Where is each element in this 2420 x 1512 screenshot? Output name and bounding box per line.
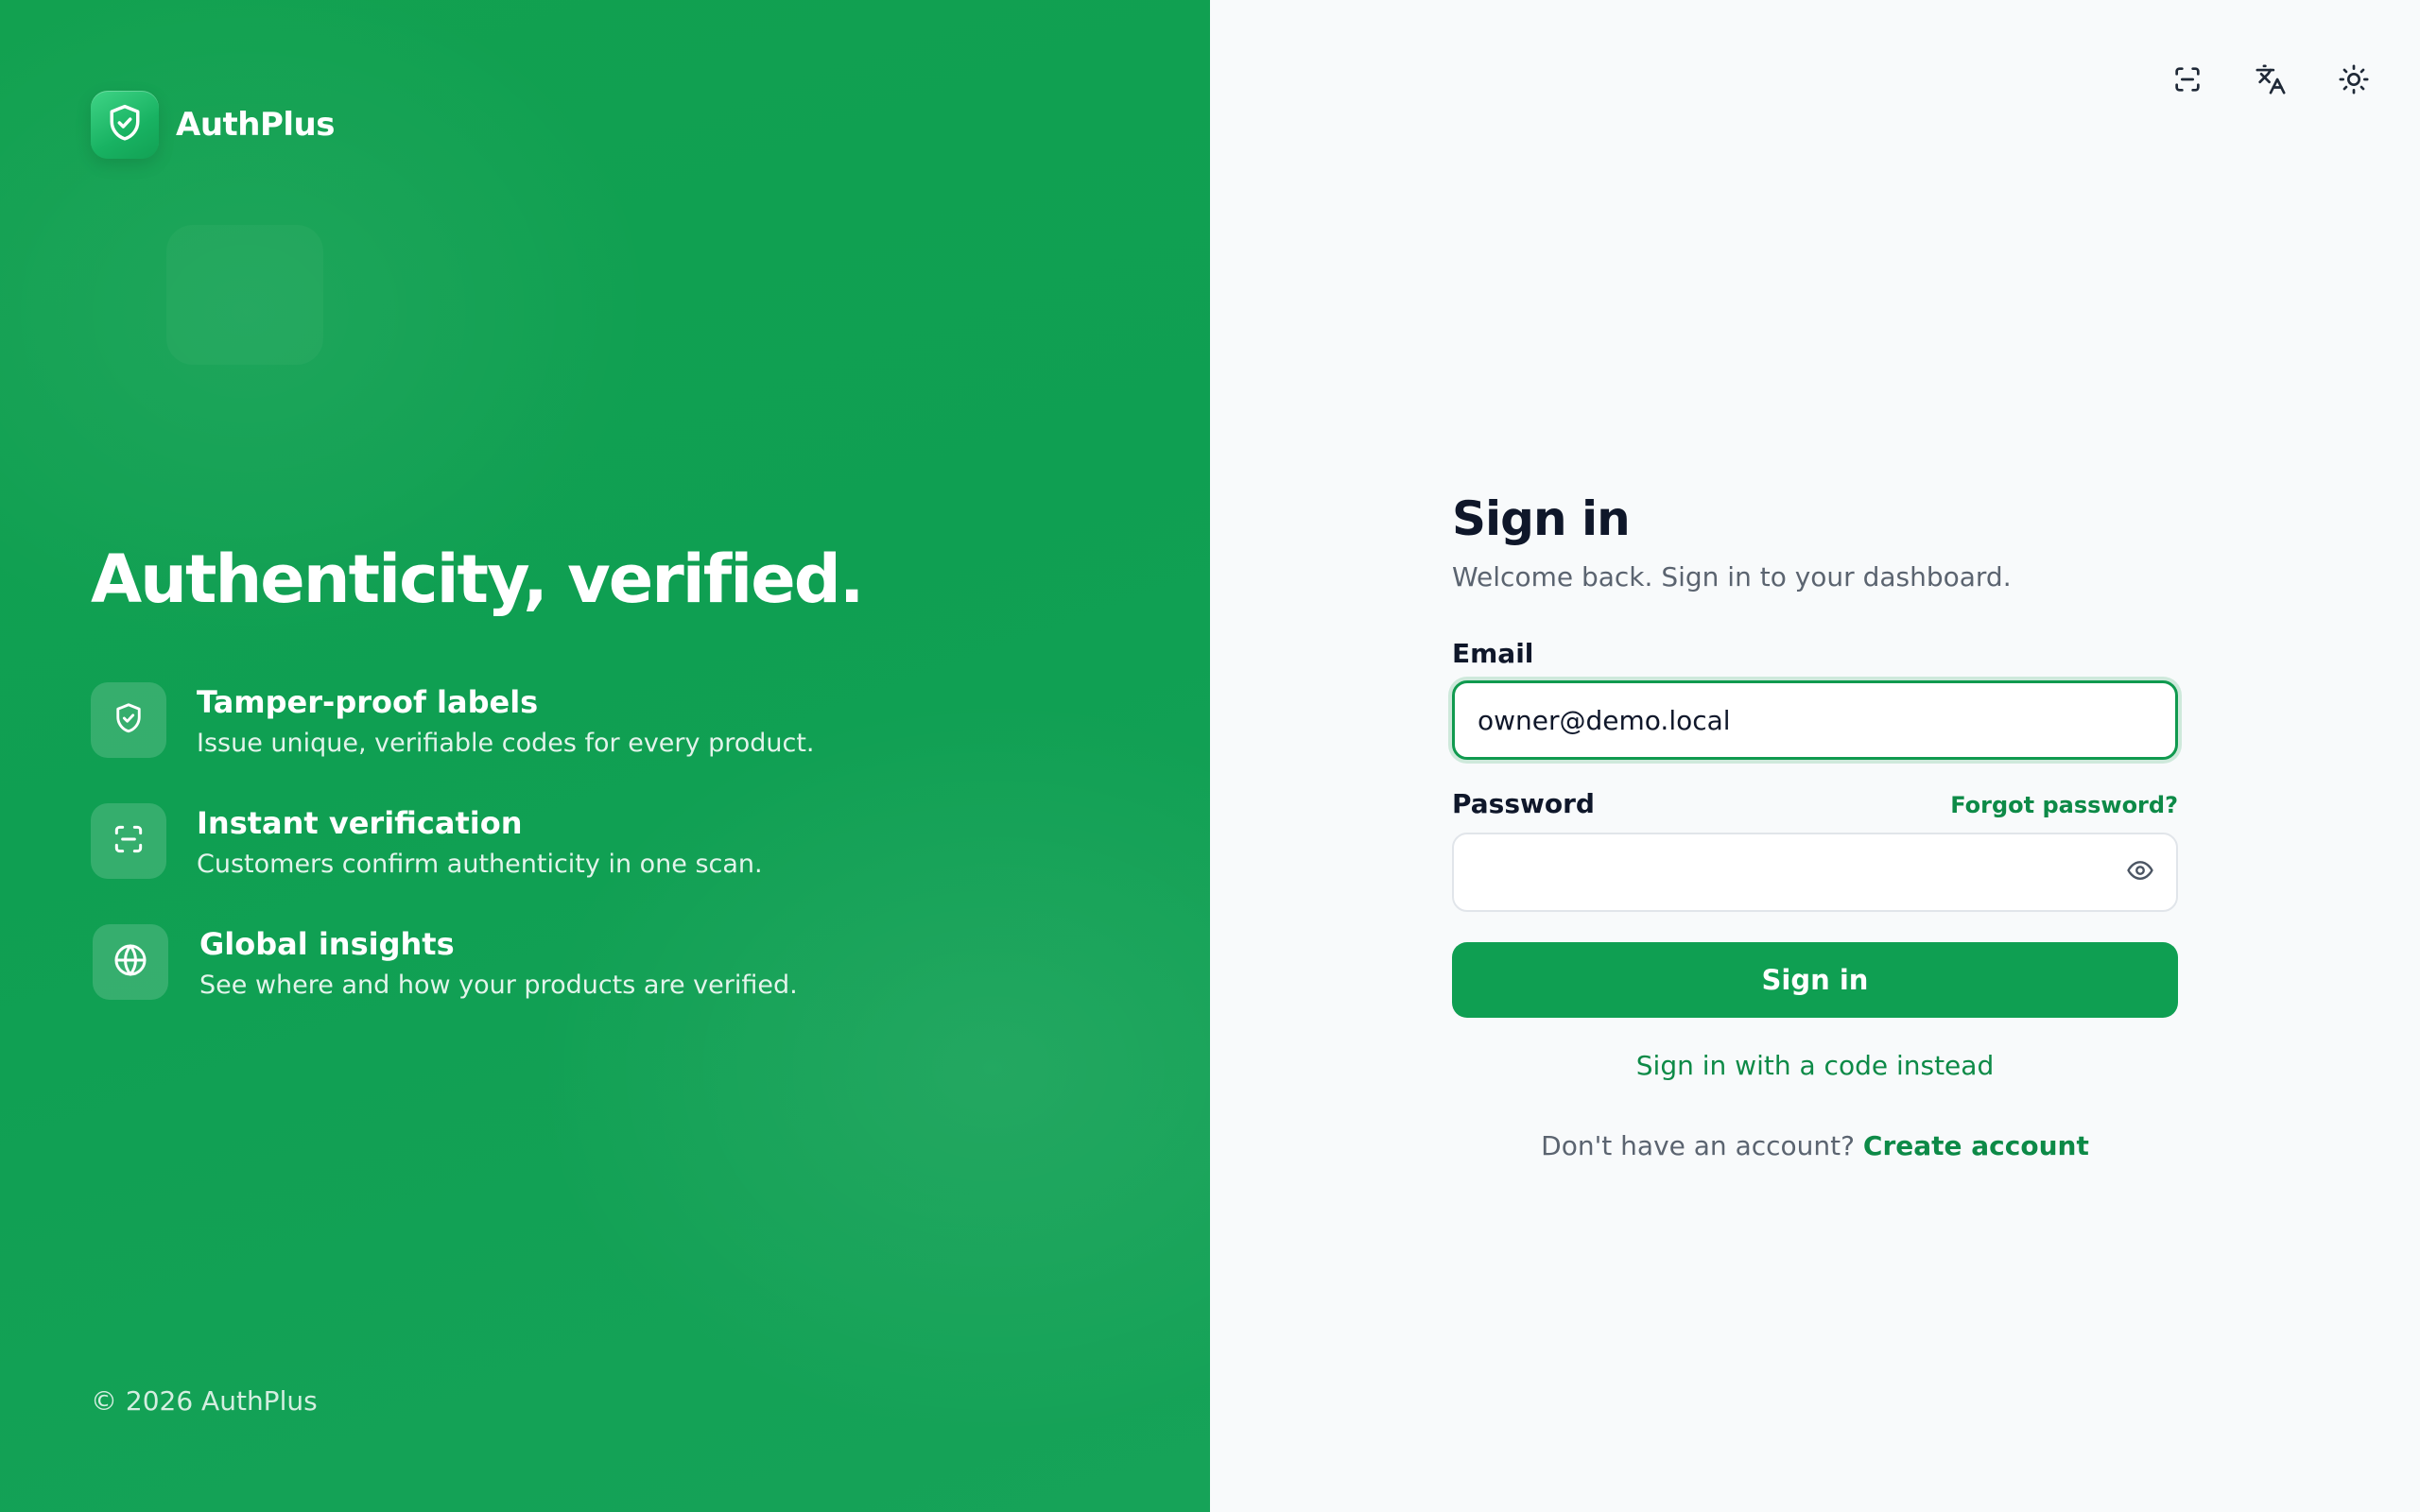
feature-description: Issue unique, verifiable codes for every… (197, 729, 815, 758)
translate-icon (2255, 63, 2287, 99)
feature-title: Global insights (199, 926, 455, 962)
feature-title: Instant verification (197, 805, 523, 841)
password-field[interactable] (1452, 833, 2178, 912)
scan-icon (111, 821, 147, 861)
create-account-link[interactable]: Create account (1863, 1130, 2089, 1161)
globe-icon (112, 941, 149, 983)
email-label-row: Email (1452, 638, 2178, 669)
brand[interactable]: AuthPlus (91, 91, 336, 159)
feature-description: Customers confirm authenticity in one sc… (197, 850, 763, 879)
feature-description: See where and how your products are veri… (199, 971, 798, 1000)
brand-name: AuthPlus (176, 106, 336, 144)
password-label-row: Password Forgot password? (1452, 788, 2178, 819)
sign-in-with-code-link[interactable]: Sign in with a code instead (1452, 1050, 2178, 1081)
feature-item-tamper-proof: Tamper-proof labels Issue unique, verifi… (91, 682, 1036, 803)
feature-item-global-insights: Global insights See where and how your p… (91, 924, 1036, 1045)
signup-prompt: Don't have an account? (1541, 1130, 1863, 1161)
feature-item-instant-verification: Instant verification Customers confirm a… (91, 803, 1036, 924)
copyright: © 2026 AuthPlus (91, 1385, 318, 1417)
form-title: Sign in (1452, 491, 1631, 546)
shield-check-icon (112, 701, 146, 739)
sun-icon (2338, 63, 2370, 99)
shield-check-icon (104, 102, 146, 147)
sign-in-button[interactable]: Sign in (1452, 942, 2178, 1018)
theme-toggle-button[interactable] (2335, 62, 2373, 100)
toggle-password-visibility-button[interactable] (2125, 857, 2155, 887)
feature-title: Tamper-proof labels (197, 684, 539, 720)
language-button[interactable] (2252, 62, 2290, 100)
sign-in-form: Sign in Welcome back. Sign in to your da… (1452, 488, 2178, 1161)
form-subtitle: Welcome back. Sign in to your dashboard. (1452, 561, 2012, 593)
auth-panel: Sign in Welcome back. Sign in to your da… (1210, 0, 2420, 1512)
scan-icon (2171, 63, 2204, 99)
password-field-wrapper (1452, 833, 2178, 912)
hero-title: Authenticity, verified. (91, 541, 864, 618)
scan-button[interactable] (2169, 62, 2206, 100)
hero-panel: AuthPlus Authenticity, verified. Tamper-… (0, 0, 1210, 1512)
email-label: Email (1452, 638, 1534, 669)
feature-icon-box (91, 803, 166, 879)
feature-list: Tamper-proof labels Issue unique, verifi… (91, 682, 1036, 1045)
feature-icon-box (93, 924, 168, 1000)
feature-icon-box (91, 682, 166, 758)
signup-row: Don't have an account? Create account (1452, 1130, 2178, 1161)
eye-icon (2126, 856, 2154, 888)
forgot-password-link[interactable]: Forgot password? (1950, 792, 2178, 818)
password-label: Password (1452, 788, 1595, 819)
brand-logo (91, 91, 159, 159)
email-field[interactable] (1452, 680, 2178, 760)
top-toolbar (2169, 62, 2373, 100)
decorative-shape (166, 225, 323, 365)
